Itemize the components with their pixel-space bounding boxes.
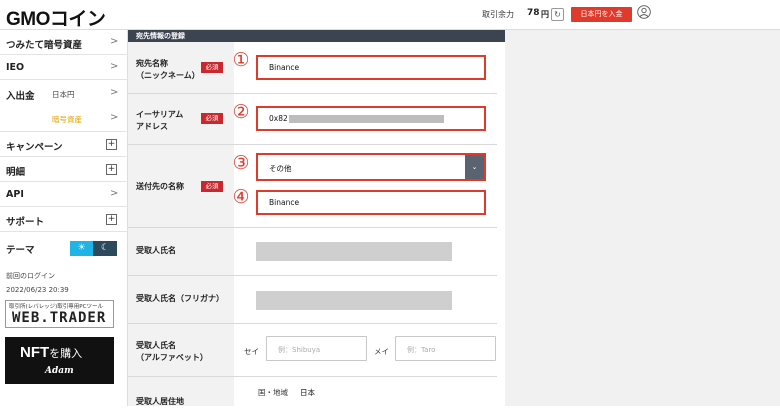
sidebar-item-label: 入出金: [6, 91, 35, 102]
last-login-label: 前回のログイン: [6, 272, 55, 280]
marker-4: ④: [232, 186, 250, 208]
recipient-alpha-label: 受取人氏名 （アルファベット）: [136, 341, 208, 362]
balance-unit: 円: [541, 10, 549, 19]
sidebar: つみたて暗号資産 > IEO > 入出金 日本円 > 暗号資産 > キャンペーン…: [0, 30, 128, 406]
webtrader-banner[interactable]: 取引所(レバレッジ)取引専用PCツール WEB.TRADER: [5, 300, 114, 328]
deposit-jpy-button[interactable]: 日本円を入金: [571, 7, 632, 22]
row-divider: [128, 93, 497, 94]
recipient-kana-label: 受取人氏名（フリガナ）: [136, 294, 224, 303]
marker-1: ①: [232, 49, 250, 71]
gmo-coin-logo[interactable]: GMOコイン: [6, 4, 106, 31]
row-divider: [128, 144, 497, 145]
required-badge: 必須: [201, 113, 223, 124]
nft-banner[interactable]: NFTを購入 Adam: [5, 337, 114, 384]
section-header: 宛先情報の登録: [128, 30, 505, 42]
marker-3: ③: [232, 152, 250, 174]
balance-value: 78: [527, 8, 540, 18]
expand-plus-icon[interactable]: +: [106, 214, 117, 225]
sidebar-item-statements[interactable]: 明細 +: [0, 157, 128, 182]
sei-placeholder: 例：Shibuya: [278, 346, 321, 354]
webtrader-title: WEB.TRADER: [12, 310, 107, 326]
sidebar-item-label: 明細: [6, 167, 26, 178]
main-content: 宛先情報の登録 宛先名称 （ニックネーム） 必須 ① Binance イーサリア…: [128, 30, 780, 406]
required-badge: 必須: [201, 181, 223, 192]
sidebar-item-label: キャンペーン: [6, 142, 63, 153]
destination-name-input[interactable]: Binance: [256, 190, 486, 215]
theme-label: テーマ: [6, 245, 35, 256]
sidebar-item-deposit-withdraw: 入出金 日本円 > 暗号資産 >: [0, 80, 128, 132]
sidebar-item-ieo[interactable]: IEO >: [0, 55, 128, 80]
chevron-right-icon: >: [110, 188, 119, 199]
sidebar-item-campaign[interactable]: キャンペーン +: [0, 132, 128, 157]
balance-label: 取引余力: [482, 10, 514, 19]
destination-select[interactable]: その他 ⌄: [256, 153, 486, 181]
sidebar-item-label: サポート: [6, 217, 45, 228]
sidebar-item-label: API: [6, 189, 24, 200]
recipient-kana-field: [256, 291, 452, 310]
expand-plus-icon[interactable]: +: [106, 164, 117, 175]
expand-plus-icon[interactable]: +: [106, 139, 117, 150]
country-label: 国・地域: [258, 388, 288, 397]
destination-select-value: その他: [269, 164, 292, 173]
nft-title: NFTを購入: [20, 344, 83, 361]
eth-address-label: イーサリアム アドレス: [136, 110, 184, 131]
section-title: 宛先情報の登録: [136, 32, 185, 40]
sidebar-subitem-crypto[interactable]: 暗号資産: [52, 114, 82, 125]
recipient-name-field: [256, 242, 452, 261]
chevron-right-icon: >: [110, 87, 119, 98]
chevron-right-icon: >: [110, 112, 119, 123]
adam-logo: Adam: [45, 366, 74, 376]
webtrader-subtitle: 取引所(レバレッジ)取引専用PCツール: [9, 304, 103, 310]
masked-address: [289, 115, 444, 123]
last-login-value: 2022/06/23 20:39: [6, 286, 69, 294]
row-divider: [128, 323, 497, 324]
address-form-panel: 宛先情報の登録 宛先名称 （ニックネーム） 必須 ① Binance イーサリア…: [128, 30, 505, 406]
eth-address-value: 0x82: [269, 114, 288, 123]
mei-input[interactable]: 例：Taro: [395, 336, 496, 361]
nickname-value: Binance: [269, 63, 300, 72]
eth-address-input[interactable]: 0x82: [256, 106, 486, 131]
nickname-label: 宛先名称 （ニックネーム）: [136, 59, 200, 80]
marker-2: ②: [232, 101, 250, 123]
moon-icon[interactable]: ☾: [93, 241, 117, 256]
theme-toggle[interactable]: ☀ ☾: [70, 241, 117, 256]
country-value: 日本: [300, 388, 315, 397]
sun-icon[interactable]: ☀: [70, 241, 93, 256]
destination-label: 送付先の名称: [136, 182, 184, 191]
destination-name-value: Binance: [269, 198, 300, 207]
sidebar-item-label: IEO: [6, 62, 25, 73]
right-background: [505, 30, 780, 406]
residence-label: 受取人居住地: [136, 397, 184, 406]
user-icon[interactable]: [637, 5, 651, 19]
sidebar-item-tsumitate[interactable]: つみたて暗号資産 >: [0, 30, 128, 55]
mei-placeholder: 例：Taro: [407, 346, 436, 354]
row-divider: [128, 227, 497, 228]
sidebar-item-api[interactable]: API >: [0, 182, 128, 207]
sidebar-subitem-jpy[interactable]: 日本円: [52, 89, 75, 100]
chevron-right-icon: >: [110, 36, 119, 47]
recipient-name-label: 受取人氏名: [136, 246, 176, 255]
nickname-input[interactable]: Binance: [256, 55, 486, 80]
sidebar-item-label: つみたて暗号資産: [6, 40, 83, 51]
row-divider: [128, 376, 497, 377]
chevron-right-icon: >: [110, 61, 119, 72]
chevron-down-icon[interactable]: ⌄: [465, 155, 484, 179]
sei-input[interactable]: 例：Shibuya: [266, 336, 367, 361]
required-badge: 必須: [201, 62, 223, 73]
sidebar-item-support[interactable]: サポート +: [0, 207, 128, 232]
sei-label: セイ: [244, 347, 259, 356]
row-divider: [128, 275, 497, 276]
refresh-icon[interactable]: ↻: [551, 8, 564, 21]
mei-label: メイ: [374, 347, 389, 356]
top-header: GMOコイン 取引余力 78 円 ↻ 日本円を入金: [0, 0, 780, 30]
